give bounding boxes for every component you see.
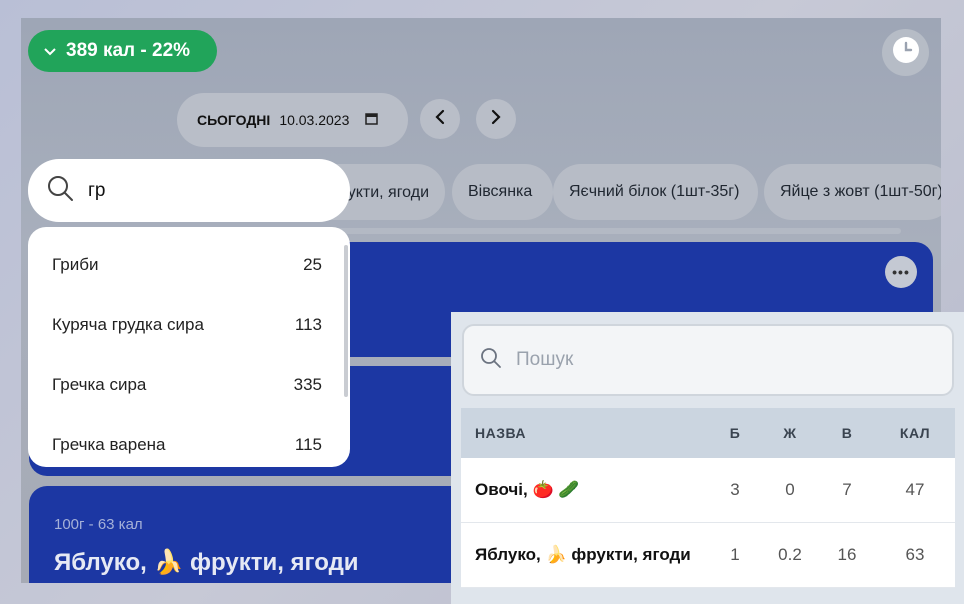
table-row[interactable]: Овочі, 🍅 🥒 3 0 7 47 <box>461 458 955 523</box>
date-picker[interactable]: СЬОГОДНІ 10.03.2023 <box>177 93 408 147</box>
clock-icon <box>892 36 920 69</box>
chevron-down-icon <box>44 43 56 59</box>
panel-search-input[interactable] <box>514 348 898 372</box>
calendar-icon[interactable] <box>365 112 379 128</box>
column-name[interactable]: НАЗВА <box>461 425 707 441</box>
dropdown-scrollbar[interactable] <box>344 245 348 397</box>
date-value: 10.03.2023 <box>279 112 350 128</box>
table-header: НАЗВА Б Ж В КАЛ <box>461 408 955 458</box>
entry-subtitle: 100г - 63 кал <box>54 516 143 533</box>
history-button[interactable] <box>882 29 929 76</box>
table-row[interactable]: Яблуко, 🍌 фрукти, ягоди 1 0.2 16 63 <box>461 523 955 588</box>
suggestion-item[interactable]: Гречка сира 335 <box>28 355 350 415</box>
suggestion-dropdown: Гриби 25 Куряча грудка сира 113 Гречка с… <box>28 227 350 467</box>
chip-item[interactable]: Яєчний білок (1шт-35г) <box>553 164 758 220</box>
chevron-right-icon <box>490 109 502 130</box>
chip-item[interactable]: Яйце з жовт (1шт-50г) <box>764 164 941 220</box>
column-carbs[interactable]: В <box>817 425 877 441</box>
entry-title: Яблуко, 🍌 фрукти, ягоди <box>54 549 359 576</box>
products-panel: НАЗВА Б Ж В КАЛ Овочі, 🍅 🥒 3 0 7 47 Яблу… <box>451 312 964 604</box>
search-icon <box>46 174 74 207</box>
suggestion-item[interactable]: Гречка варена 115 <box>28 415 350 467</box>
previous-day-button[interactable] <box>420 99 460 139</box>
search-icon <box>480 347 502 374</box>
search-input[interactable] <box>86 178 310 203</box>
calorie-summary-toggle[interactable]: 389 кал - 22% <box>28 30 217 72</box>
column-protein[interactable]: Б <box>707 425 763 441</box>
products-table: НАЗВА Б Ж В КАЛ Овочі, 🍅 🥒 3 0 7 47 Яблу… <box>461 408 955 588</box>
today-label: СЬОГОДНІ <box>197 112 271 128</box>
calorie-summary-text: 389 кал - 22% <box>66 40 191 61</box>
panel-search-field[interactable] <box>462 324 954 396</box>
chip-item[interactable]: Вівсянка <box>452 164 553 220</box>
product-search[interactable] <box>28 159 350 222</box>
suggestion-item[interactable]: Гриби 25 <box>28 235 350 295</box>
next-day-button[interactable] <box>476 99 516 139</box>
more-icon[interactable]: ••• <box>885 256 917 288</box>
chevron-left-icon <box>434 109 446 130</box>
column-fat[interactable]: Ж <box>763 425 817 441</box>
suggestion-item[interactable]: Куряча грудка сира 113 <box>28 295 350 355</box>
column-calories[interactable]: КАЛ <box>877 425 953 441</box>
